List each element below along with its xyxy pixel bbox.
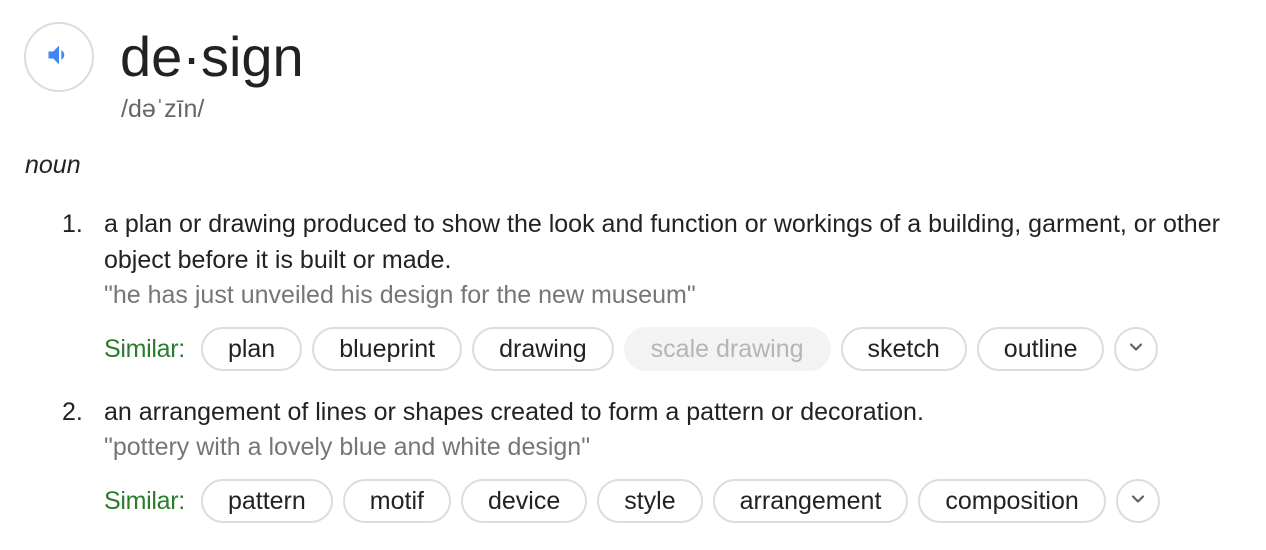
similar-label: Similar: [104, 334, 185, 363]
phonetic-spelling: /dəˈzīn/ [121, 95, 205, 123]
similar-word-chip[interactable]: device [460, 479, 588, 523]
part-of-speech: noun [25, 151, 81, 179]
similar-word-chip[interactable]: style [597, 479, 703, 523]
sense-example: "pottery with a lovely blue and white de… [104, 433, 591, 461]
similar-word-chip[interactable]: plan [200, 327, 303, 371]
expand-similar-button[interactable] [1115, 479, 1160, 523]
expand-similar-button[interactable] [1114, 327, 1159, 371]
similar-word-chip[interactable]: sketch [840, 327, 967, 371]
sense-definition: a plan or drawing produced to show the l… [104, 210, 1220, 274]
sense-number: 2. [62, 398, 83, 426]
similar-chips: plan blueprint drawing scale drawing sketch o… [200, 327, 1159, 371]
similar-word-chip[interactable]: blueprint [312, 327, 463, 371]
headword: de·sign [120, 25, 304, 88]
pronunciation-audio-button[interactable] [24, 22, 94, 92]
similar-word-chip[interactable]: drawing [472, 327, 614, 371]
similar-word-chip[interactable]: motif [342, 479, 451, 523]
similar-label: Similar: [104, 486, 185, 515]
sense-definition: an arrangement of lines or shapes create… [104, 398, 924, 426]
similar-words-row: Similar: plan blueprint drawing scale drawi… [104, 325, 1159, 373]
similar-word-chip[interactable]: pattern [200, 479, 333, 523]
chevron-down-icon [1128, 489, 1148, 514]
similar-words-row: Similar: pattern motif device style arrangem… [104, 477, 1160, 525]
similar-word-chip[interactable]: composition [918, 479, 1106, 523]
similar-chips: pattern motif device style arrangement compos… [200, 479, 1160, 523]
speaker-icon [45, 41, 73, 74]
similar-word-chip: scale drawing [623, 327, 831, 371]
similar-word-chip[interactable]: arrangement [712, 479, 909, 523]
chevron-down-icon [1126, 337, 1146, 362]
sense-number: 1. [62, 210, 83, 238]
similar-word-chip[interactable]: outline [976, 327, 1105, 371]
sense-example: "he has just unveiled his design for the… [104, 281, 696, 309]
